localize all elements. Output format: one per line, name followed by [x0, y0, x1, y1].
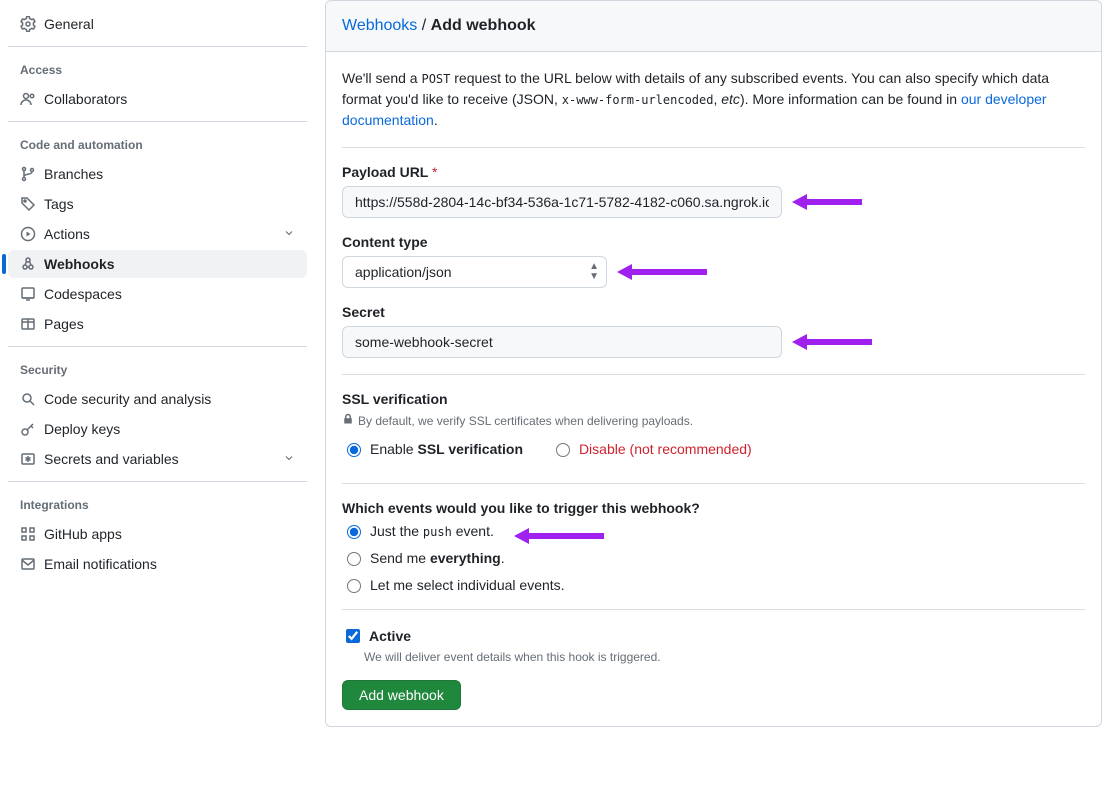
- active-checkbox[interactable]: [346, 629, 360, 643]
- sidebar-item-label: Branches: [44, 166, 103, 182]
- sidebar-item-label: Collaborators: [44, 91, 127, 107]
- content-type-label: Content type: [342, 234, 1085, 250]
- webhook-panel: Webhooks / Add webhook We'll send a POST…: [325, 0, 1102, 727]
- play-icon: [20, 226, 36, 242]
- events-select-radio[interactable]: [347, 579, 361, 593]
- payload-url-input[interactable]: [342, 186, 782, 218]
- sidebar-item-label: General: [44, 16, 94, 32]
- content-type-group: Content type application/json ▲▼: [342, 234, 1085, 288]
- sidebar-item-codespaces[interactable]: Codespaces: [8, 280, 307, 308]
- secret-label: Secret: [342, 304, 1085, 320]
- chevron-down-icon: [283, 451, 295, 467]
- sidebar-item-label: Deploy keys: [44, 421, 120, 437]
- content-type-select[interactable]: application/json: [342, 256, 607, 288]
- main-panel: Webhooks / Add webhook We'll send a POST…: [315, 0, 1112, 727]
- sidebar-item-code-security[interactable]: Code security and analysis: [8, 385, 307, 413]
- breadcrumb-parent[interactable]: Webhooks: [342, 17, 417, 34]
- active-option[interactable]: Active: [342, 626, 1085, 646]
- section-access: Access: [8, 55, 307, 85]
- active-group: Active We will deliver event details whe…: [342, 626, 1085, 664]
- ssl-heading: SSL verification: [342, 391, 1085, 407]
- ssl-enable-radio[interactable]: [347, 443, 361, 457]
- settings-sidebar: General Access Collaborators Code and au…: [0, 0, 315, 727]
- key-asterisk-icon: [20, 451, 36, 467]
- secret-input[interactable]: [342, 326, 782, 358]
- sidebar-item-label: Secrets and variables: [44, 451, 179, 467]
- annotation-arrow-icon: [514, 526, 614, 546]
- webhook-icon: [20, 256, 36, 272]
- codespaces-icon: [20, 286, 36, 302]
- sidebar-item-label: GitHub apps: [44, 526, 122, 542]
- apps-icon: [20, 526, 36, 542]
- sidebar-item-collaborators[interactable]: Collaborators: [8, 85, 307, 113]
- sidebar-item-github-apps[interactable]: GitHub apps: [8, 520, 307, 548]
- browser-icon: [20, 316, 36, 332]
- codescan-icon: [20, 391, 36, 407]
- section-integrations: Integrations: [8, 490, 307, 520]
- mail-icon: [20, 556, 36, 572]
- chevron-down-icon: [283, 226, 295, 242]
- breadcrumb: Webhooks / Add webhook: [326, 1, 1101, 52]
- ssl-disable-radio[interactable]: [556, 443, 570, 457]
- breadcrumb-current: Add webhook: [431, 17, 536, 34]
- sidebar-item-tags[interactable]: Tags: [8, 190, 307, 218]
- panel-body: We'll send a POST request to the URL bel…: [326, 52, 1101, 726]
- sidebar-item-pages[interactable]: Pages: [8, 310, 307, 338]
- events-group: Which events would you like to trigger t…: [342, 500, 1085, 593]
- sidebar-item-label: Pages: [44, 316, 84, 332]
- ssl-note: By default, we verify SSL certificates w…: [342, 413, 1085, 428]
- events-select-option[interactable]: Let me select individual events.: [342, 576, 1085, 593]
- annotation-arrow-icon: [617, 262, 717, 282]
- tag-icon: [20, 196, 36, 212]
- ssl-group: SSL verification By default, we verify S…: [342, 391, 1085, 467]
- sidebar-item-label: Codespaces: [44, 286, 122, 302]
- annotation-arrow-icon: [792, 192, 872, 212]
- gear-icon: [20, 16, 36, 32]
- add-webhook-button[interactable]: Add webhook: [342, 680, 461, 710]
- people-icon: [20, 91, 36, 107]
- events-push-radio[interactable]: [347, 525, 361, 539]
- events-everything-radio[interactable]: [347, 552, 361, 566]
- sidebar-item-webhooks[interactable]: Webhooks: [8, 250, 307, 278]
- sidebar-item-branches[interactable]: Branches: [8, 160, 307, 188]
- intro-text: We'll send a POST request to the URL bel…: [342, 68, 1085, 148]
- events-push-option[interactable]: Just the push event.: [342, 522, 494, 539]
- sidebar-item-label: Tags: [44, 196, 74, 212]
- active-note: We will deliver event details when this …: [364, 650, 1085, 664]
- payload-url-group: Payload URL *: [342, 164, 1085, 218]
- sidebar-item-label: Webhooks: [44, 256, 115, 272]
- sidebar-item-label: Email notifications: [44, 556, 157, 572]
- ssl-enable-option[interactable]: Enable SSL verification: [342, 440, 523, 457]
- sidebar-item-deploy-keys[interactable]: Deploy keys: [8, 415, 307, 443]
- events-heading: Which events would you like to trigger t…: [342, 500, 1085, 516]
- sidebar-item-secrets[interactable]: Secrets and variables: [8, 445, 307, 473]
- annotation-arrow-icon: [792, 332, 882, 352]
- lock-icon: [342, 413, 354, 428]
- key-icon: [20, 421, 36, 437]
- ssl-disable-option[interactable]: Disable (not recommended): [551, 440, 752, 457]
- sidebar-item-label: Actions: [44, 226, 90, 242]
- events-everything-option[interactable]: Send me everything.: [342, 549, 1085, 566]
- section-code: Code and automation: [8, 130, 307, 160]
- branch-icon: [20, 166, 36, 182]
- secret-group: Secret: [342, 304, 1085, 358]
- payload-url-label: Payload URL *: [342, 164, 1085, 180]
- sidebar-item-label: Code security and analysis: [44, 391, 211, 407]
- sidebar-item-email[interactable]: Email notifications: [8, 550, 307, 578]
- section-security: Security: [8, 355, 307, 385]
- sidebar-item-general[interactable]: General: [8, 10, 307, 38]
- sidebar-item-actions[interactable]: Actions: [8, 220, 307, 248]
